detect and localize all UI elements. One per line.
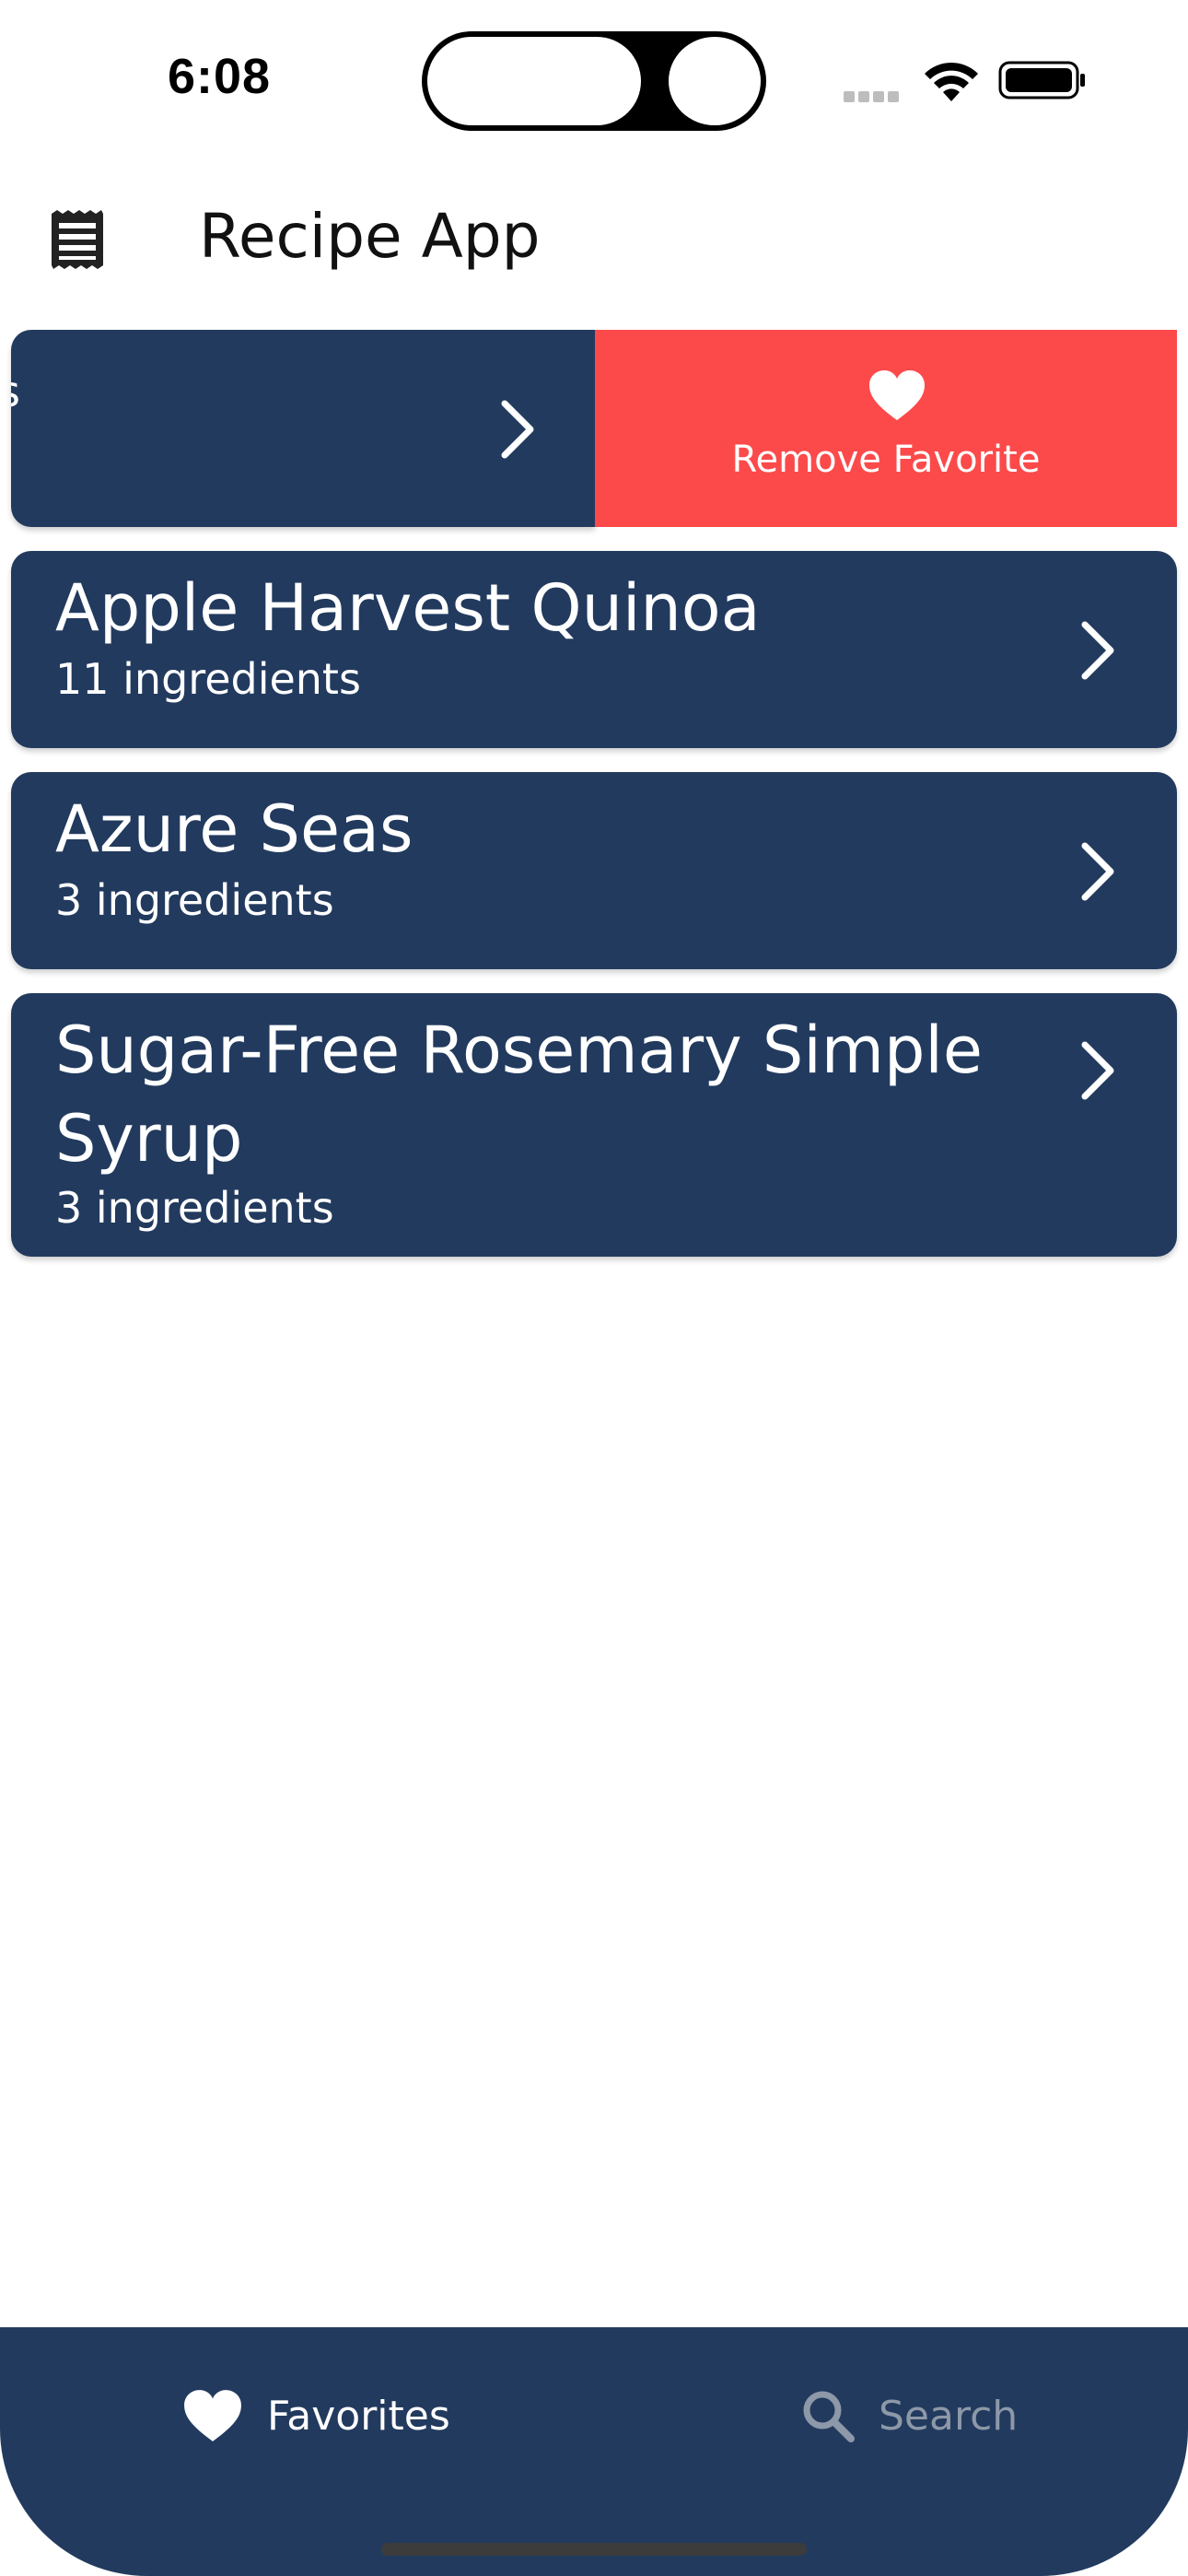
wifi-icon [925,62,978,101]
chevron-right-icon [1081,1041,1114,1100]
swiped-recipe-card[interactable]: s [11,330,595,527]
remove-favorite-label: Remove Favorite [731,439,1041,481]
recipe-ingredient-count: 3 ingredients [55,1183,334,1233]
dynamic-island [422,31,766,131]
recipe-card[interactable]: Azure Seas 3 ingredients [11,772,1177,969]
chevron-right-icon [1081,621,1114,680]
cellular-signal-icon [844,88,904,102]
recipe-ingredient-count: 3 ingredients [55,875,334,925]
swiped-card-fragment: s [11,367,20,416]
island-dot [669,37,761,125]
remove-favorite-button[interactable]: Remove Favorite [595,330,1177,527]
heart-icon [869,370,925,420]
tab-bar: Favorites Search [0,2327,1188,2576]
tab-favorites-label: Favorites [267,2392,450,2440]
recipe-ingredient-count: 11 ingredients [55,654,361,704]
menu-icon[interactable] [50,210,105,269]
chevron-right-icon [1081,842,1114,901]
heart-icon [184,2390,241,2441]
home-indicator [381,2543,807,2556]
swiped-recipe-row[interactable]: s Remove Favorite [11,330,1177,527]
battery-icon [998,61,1085,100]
tab-search-label: Search [879,2392,1019,2440]
chevron-right-icon [501,400,534,459]
recipe-title: Apple Harvest Quinoa [55,570,761,646]
island-pill [427,37,641,125]
screen: 6:08 Recipe App s [0,0,1188,2576]
recipe-title: Azure Seas [55,791,413,867]
recipe-card[interactable]: Apple Harvest Quinoa 11 ingredients [11,551,1177,748]
tab-favorites[interactable]: Favorites [182,2379,450,2453]
recipe-title: Sugar-Free Rosemary Simple Syrup [55,1013,983,1177]
search-icon [803,2391,855,2442]
recipe-card[interactable]: Sugar-Free Rosemary Simple Syrup 3 ingre… [11,993,1177,1257]
status-time: 6:08 [168,49,272,104]
tab-search[interactable]: Search [801,2379,1018,2453]
app-title: Recipe App [199,201,541,272]
